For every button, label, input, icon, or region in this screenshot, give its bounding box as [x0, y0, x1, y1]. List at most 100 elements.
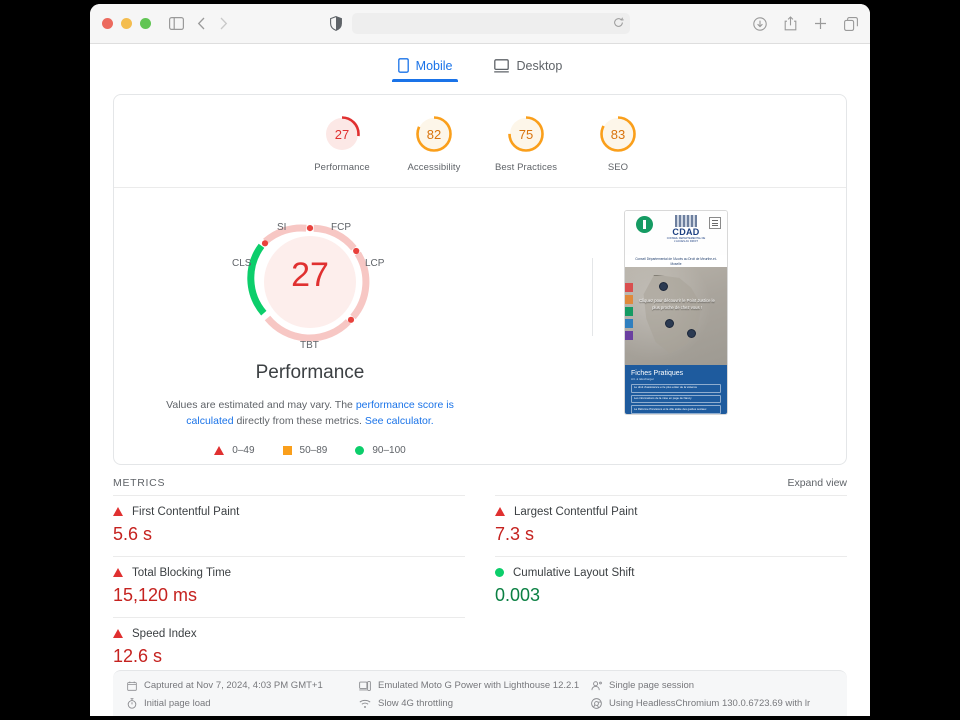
minimize-window-button[interactable] — [121, 18, 132, 29]
footer-item-captured-at: Captured at Nov 7, 2024, 4:03 PM GMT+1 — [127, 680, 359, 691]
score-performance[interactable]: 27 Performance — [296, 113, 388, 173]
thumb-section-title: Fiches Pratiques — [631, 369, 684, 377]
footer-label: Initial page load — [144, 698, 211, 709]
window-controls[interactable] — [102, 18, 151, 29]
vertical-divider — [592, 258, 593, 336]
description-text-1: Values are estimated and may vary. The — [166, 399, 356, 411]
metrics-title: METRICS — [113, 476, 166, 489]
triangle-icon — [113, 507, 123, 516]
metric-value: 0.003 — [495, 584, 541, 605]
thumb-hamburger-icon — [709, 217, 721, 229]
maximize-window-button[interactable] — [140, 18, 151, 29]
metrics-grid: First Contentful Paint 5.6 s Largest Con… — [113, 494, 847, 678]
legend-label-average: 50–89 — [299, 444, 328, 456]
score-performance-value: 27 — [334, 126, 350, 142]
sidebar-icon[interactable] — [169, 17, 184, 30]
circle-icon — [355, 445, 365, 455]
wifi-icon — [359, 699, 371, 709]
triangle-icon — [113, 568, 123, 577]
performance-title: Performance — [255, 362, 365, 383]
ring-label-si: SI — [277, 222, 287, 233]
score-performance-label: Performance — [314, 162, 370, 173]
thumb-side-buttons — [625, 282, 633, 340]
legend-item-average: 50–89 — [282, 444, 328, 456]
plus-icon[interactable] — [814, 17, 827, 30]
metric-cumulative-layout-shift[interactable]: Cumulative Layout Shift 0.003 — [495, 555, 847, 617]
thumb-section-subtitle: Art. à télécharger — [631, 376, 655, 381]
tab-overview-icon[interactable] — [844, 16, 858, 31]
footer-label: Using HeadlessChromium 130.0.6723.69 wit… — [609, 698, 811, 709]
metric-label: Total Blocking Time — [132, 566, 232, 579]
footer-item-throttling: Slow 4G throttling — [359, 698, 591, 709]
performance-gauge-block: 27 FCP LCP TBT CLS SI Performance Values… — [114, 210, 506, 456]
downloads-icon[interactable] — [753, 16, 767, 31]
score-seo[interactable]: 83 SEO — [572, 113, 664, 173]
ring-label-fcp: FCP — [331, 222, 351, 233]
circle-icon — [495, 568, 504, 577]
score-best-practices[interactable]: 75 Best Practices — [480, 113, 572, 173]
thumb-fiches-section: Fiches Pratiques Art. à télécharger Le d… — [625, 364, 727, 414]
thumb-list-item: Le droit d'assistance et le plus entier … — [631, 383, 721, 393]
user-icon — [591, 680, 602, 691]
report-card: 27 Performance 82 Accessibility 75 Best … — [113, 94, 847, 465]
thumb-side-button-2 — [625, 294, 633, 304]
see-calculator-link[interactable]: See calculator. — [365, 415, 434, 427]
thumb-tagline: Conseil Départemental de l'Accès au Droi… — [635, 257, 717, 266]
browser-titlebar — [90, 4, 870, 44]
device-tabs[interactable]: Mobile Desktop — [90, 44, 870, 82]
reload-icon[interactable] — [613, 15, 624, 33]
thumb-logo-icon — [636, 216, 653, 233]
thumb-list-item: La Réforme Prévisions et la ville aidée … — [631, 405, 721, 414]
final-screenshot-block: CDAD CONSEIL DEPARTEMENTAL DE L'ACCES AU… — [506, 210, 846, 456]
thumb-brand-name: CDAD — [672, 227, 700, 237]
metric-empty-slot — [495, 617, 847, 678]
score-accessibility-label: Accessibility — [407, 162, 461, 173]
thumb-map-pin — [665, 318, 674, 328]
score-accessibility[interactable]: 82 Accessibility — [388, 113, 480, 173]
report-environment-footer: Captured at Nov 7, 2024, 4:03 PM GMT+1 E… — [113, 670, 847, 716]
footer-item-user-agent: Using HeadlessChromium 130.0.6723.69 wit… — [591, 698, 833, 709]
footer-label: Emulated Moto G Power with Lighthouse 12… — [378, 680, 580, 691]
metric-first-contentful-paint[interactable]: First Contentful Paint 5.6 s — [113, 494, 465, 556]
address-bar-area[interactable] — [330, 13, 630, 34]
footer-item-emulated-device: Emulated Moto G Power with Lighthouse 12… — [359, 680, 591, 691]
url-input[interactable] — [352, 13, 630, 34]
tab-mobile[interactable]: Mobile — [391, 52, 459, 82]
privacy-shield-icon[interactable] — [330, 16, 342, 31]
thumb-side-button-3 — [625, 306, 633, 316]
footer-label: Slow 4G throttling — [378, 698, 453, 709]
browser-window: Mobile Desktop 27 Performance 82 Accessi… — [90, 4, 870, 716]
legend-item-pass: 90–100 — [355, 444, 406, 456]
thumb-map-overlay-text: Cliquez pour découvrir le Point Justice … — [639, 297, 715, 310]
score-seo-value: 83 — [610, 126, 626, 142]
share-icon[interactable] — [784, 16, 797, 31]
score-best-practices-value: 75 — [518, 126, 534, 142]
expand-view-button[interactable]: Expand view — [787, 477, 847, 489]
toolbar-actions[interactable] — [753, 16, 858, 31]
gauge-accessibility: 82 — [413, 113, 455, 155]
score-accessibility-value: 82 — [426, 126, 442, 142]
thumb-brand: CDAD CONSEIL DEPARTEMENTAL DE L'ACCES AU… — [665, 215, 707, 243]
legend-item-fail: 0–49 — [214, 445, 255, 456]
footer-item-page-load: Initial page load — [127, 698, 359, 709]
metric-largest-contentful-paint[interactable]: Largest Contentful Paint 7.3 s — [495, 494, 847, 556]
metrics-header: METRICS Expand view — [90, 477, 870, 489]
tab-desktop[interactable]: Desktop — [488, 53, 568, 82]
back-arrow-icon[interactable] — [197, 17, 206, 30]
page-screenshot-thumbnail[interactable]: CDAD CONSEIL DEPARTEMENTAL DE L'ACCES AU… — [624, 210, 728, 415]
metric-total-blocking-time[interactable]: Total Blocking Time 15,120 ms — [113, 555, 465, 617]
legend-label-pass: 90–100 — [372, 444, 406, 456]
metric-ring-gauge: 27 FCP LCP TBT CLS SI — [210, 210, 410, 360]
thumb-header: CDAD CONSEIL DEPARTEMENTAL DE L'ACCES AU… — [625, 211, 727, 255]
metric-label: Speed Index — [132, 627, 197, 640]
metric-speed-index[interactable]: Speed Index 12.6 s — [113, 616, 465, 678]
close-window-button[interactable] — [102, 18, 113, 29]
metric-value: 7.3 s — [495, 523, 535, 544]
thumb-side-button-4 — [625, 318, 633, 328]
lighthouse-report-page: Mobile Desktop 27 Performance 82 Accessi… — [90, 44, 870, 716]
forward-arrow-icon[interactable] — [219, 17, 228, 30]
triangle-icon — [113, 629, 123, 638]
desktop-background: Mobile Desktop 27 Performance 82 Accessi… — [0, 0, 960, 720]
performance-description: Values are estimated and may vary. The p… — [145, 398, 475, 430]
score-legend: 0–49 50–89 90–100 — [214, 444, 406, 456]
